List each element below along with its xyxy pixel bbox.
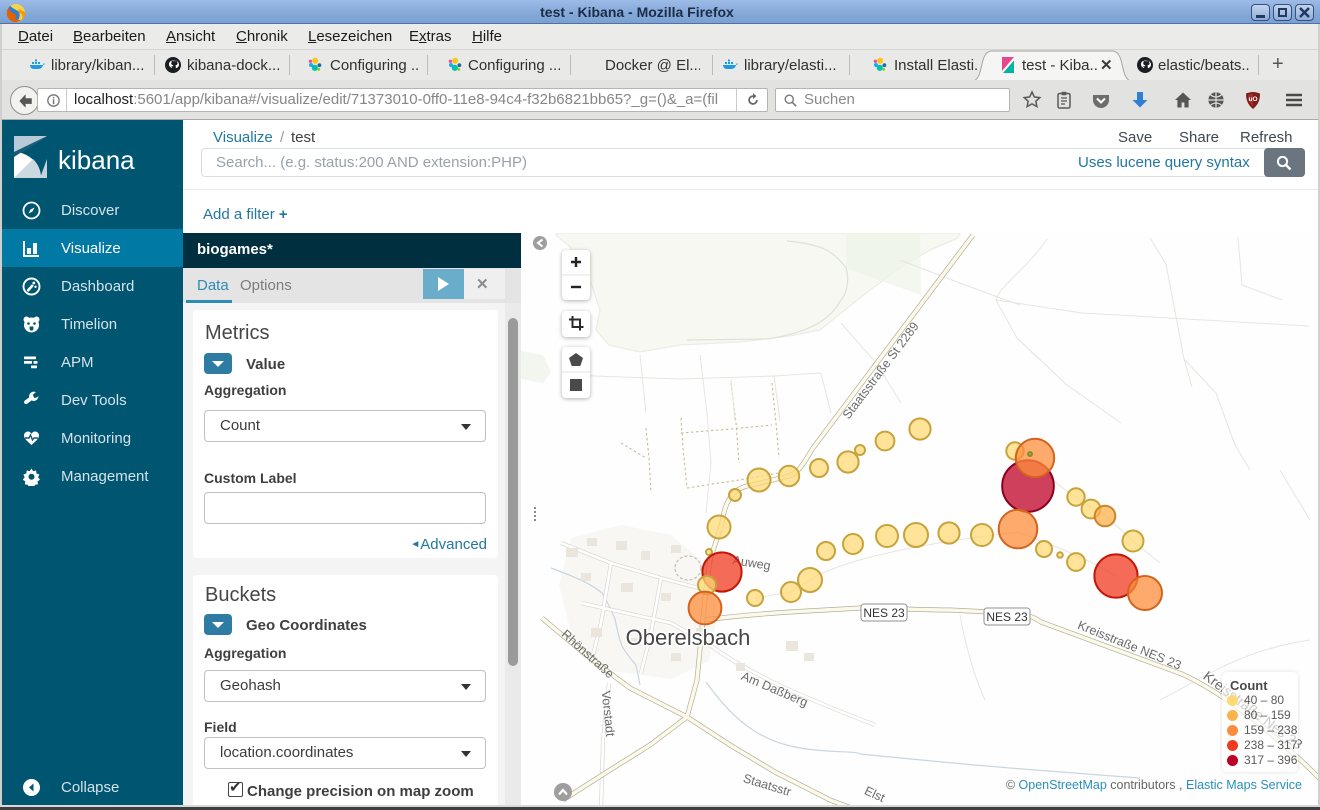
svg-text:Am Daßberg: Am Daßberg bbox=[739, 669, 810, 710]
svg-text:Vorstadt: Vorstadt bbox=[599, 690, 618, 738]
svg-text:Staatsstraße St 2289: Staatsstraße St 2289 bbox=[840, 319, 922, 421]
svg-text:Oberelsbach: Oberelsbach bbox=[626, 625, 751, 650]
svg-text:Kreisstraße NES 23: Kreisstraße NES 23 bbox=[1076, 618, 1184, 672]
svg-text:NES 23: NES 23 bbox=[863, 606, 905, 620]
svg-text:Elst: Elst bbox=[862, 784, 887, 805]
svg-text:NES 23: NES 23 bbox=[986, 610, 1028, 624]
svg-text:uO: uO bbox=[1248, 96, 1257, 103]
